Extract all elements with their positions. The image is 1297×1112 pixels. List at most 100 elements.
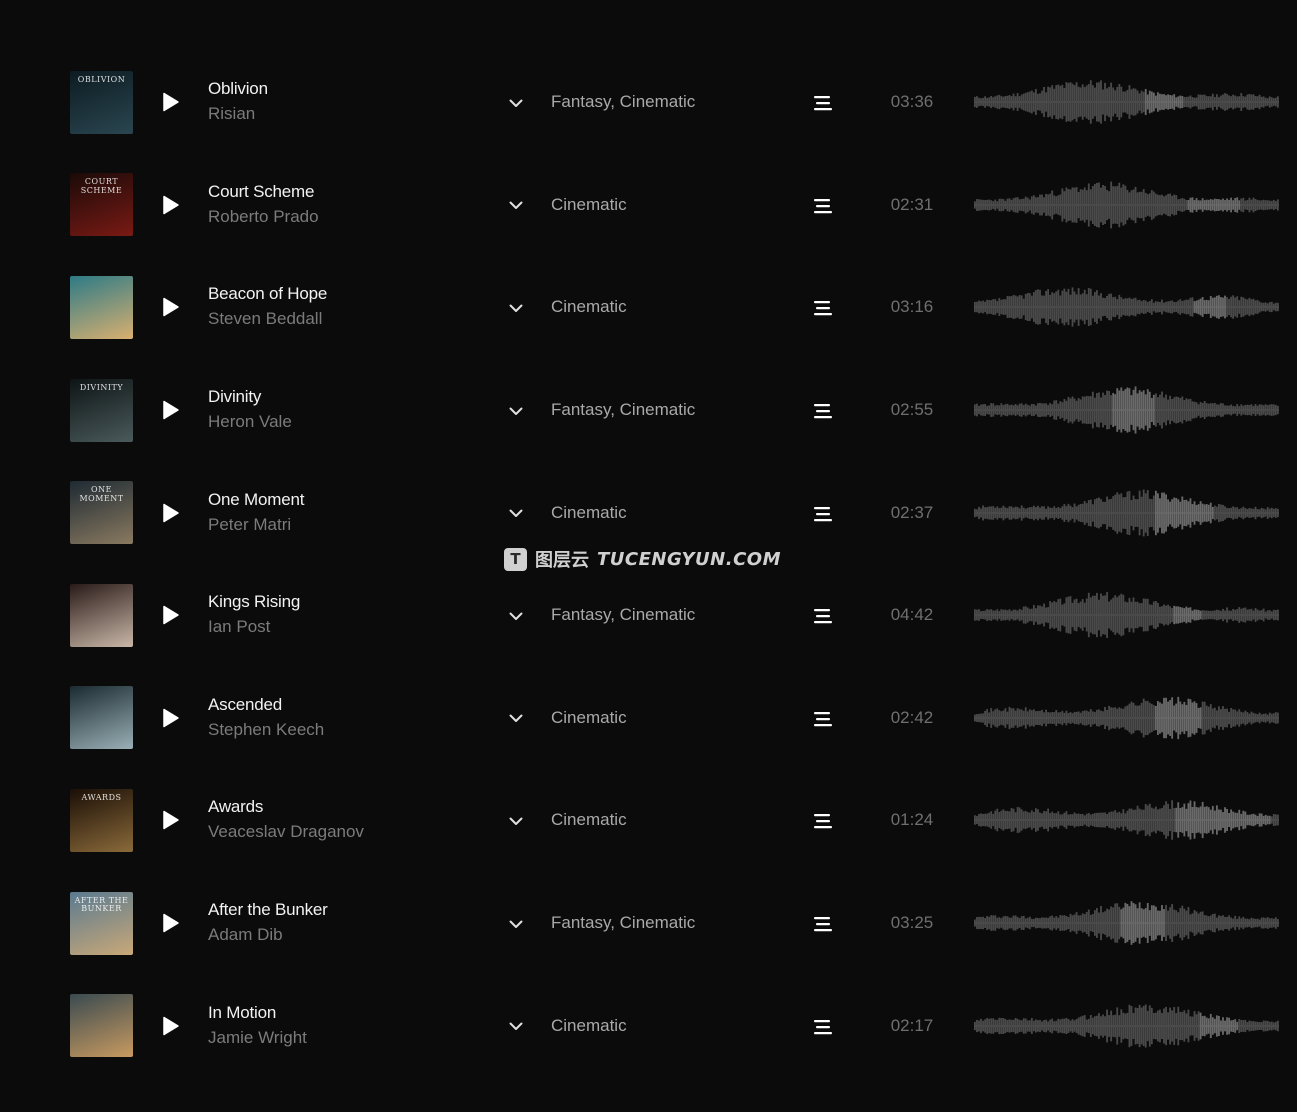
album-cover[interactable]: After the Bunker bbox=[70, 891, 133, 955]
track-title[interactable]: In Motion bbox=[208, 1001, 478, 1025]
track-menu-button[interactable] bbox=[812, 605, 834, 627]
waveform-bar bbox=[1197, 610, 1200, 621]
album-cover[interactable]: OBLIVION bbox=[70, 70, 133, 134]
waveform[interactable] bbox=[974, 180, 1279, 230]
play-button[interactable] bbox=[160, 912, 182, 934]
track-menu-button[interactable] bbox=[812, 195, 834, 217]
expand-button[interactable] bbox=[505, 605, 527, 627]
waveform-bar bbox=[1081, 84, 1084, 120]
track-menu-button[interactable] bbox=[812, 708, 834, 730]
waveform-bar bbox=[1118, 812, 1121, 829]
album-cover[interactable]: AWARDS bbox=[70, 788, 133, 852]
waveform-bar bbox=[1274, 200, 1277, 209]
track-artist[interactable]: Jamie Wright bbox=[208, 1025, 478, 1051]
expand-button[interactable] bbox=[505, 810, 527, 832]
track-artist[interactable]: Veaceslav Draganov bbox=[208, 819, 478, 845]
waveform[interactable] bbox=[974, 590, 1279, 640]
waveform-bar bbox=[1175, 910, 1178, 936]
waveform-bar bbox=[1250, 94, 1253, 110]
waveform-bar bbox=[1159, 394, 1161, 426]
waveform-bar bbox=[1215, 506, 1218, 520]
play-button[interactable] bbox=[160, 809, 182, 831]
track-title[interactable]: Divinity bbox=[208, 385, 478, 409]
waveform[interactable] bbox=[974, 77, 1279, 127]
expand-button[interactable] bbox=[505, 92, 527, 114]
waveform[interactable] bbox=[974, 1001, 1279, 1051]
waveform[interactable] bbox=[974, 898, 1279, 948]
waveform-bar bbox=[1152, 705, 1155, 731]
track-artist[interactable]: Peter Matri bbox=[208, 512, 478, 538]
track-title[interactable]: Oblivion bbox=[208, 77, 478, 101]
track-title[interactable]: Court Scheme bbox=[208, 180, 478, 204]
expand-button[interactable] bbox=[505, 297, 527, 319]
track-title[interactable]: After the Bunker bbox=[208, 898, 478, 922]
track-artist[interactable]: Stephen Keech bbox=[208, 717, 478, 743]
track-title[interactable]: One Moment bbox=[208, 488, 478, 512]
waveform-bar bbox=[1150, 498, 1153, 527]
album-cover[interactable]: DIVINITY bbox=[70, 378, 133, 442]
waveform-bar bbox=[1087, 1018, 1090, 1033]
play-button[interactable] bbox=[160, 502, 182, 524]
track-artist[interactable]: Adam Dib bbox=[208, 922, 478, 948]
track-artist[interactable]: Roberto Prado bbox=[208, 204, 478, 230]
waveform-bar bbox=[1224, 610, 1226, 620]
track-artist[interactable]: Ian Post bbox=[208, 614, 478, 640]
waveform-bar bbox=[1213, 297, 1216, 318]
expand-button[interactable] bbox=[505, 913, 527, 935]
waveform[interactable] bbox=[974, 795, 1279, 845]
track-menu-button[interactable] bbox=[812, 92, 834, 114]
expand-button[interactable] bbox=[505, 503, 527, 525]
waveform-bar bbox=[1244, 200, 1247, 210]
track-menu-button[interactable] bbox=[812, 400, 834, 422]
waveform[interactable] bbox=[974, 693, 1279, 743]
expand-button[interactable] bbox=[505, 1016, 527, 1038]
track-title[interactable]: Awards bbox=[208, 795, 478, 819]
track-menu-button[interactable] bbox=[812, 503, 834, 525]
play-button[interactable] bbox=[160, 1015, 182, 1037]
play-button[interactable] bbox=[160, 91, 182, 113]
waveform-bar bbox=[1181, 905, 1184, 941]
play-button[interactable] bbox=[160, 604, 182, 626]
track-menu-button[interactable] bbox=[812, 810, 834, 832]
track-menu-button[interactable] bbox=[812, 913, 834, 935]
track-title[interactable]: Ascended bbox=[208, 693, 478, 717]
waveform-bar bbox=[992, 200, 995, 209]
waveform-bar bbox=[1148, 604, 1151, 626]
waveform-bar bbox=[1091, 391, 1094, 429]
waveform-bar bbox=[1118, 295, 1121, 320]
track-artist[interactable]: Risian bbox=[208, 101, 478, 127]
track-row: DIVINITY Divinity Heron Vale Fantasy, Ci… bbox=[0, 359, 1297, 462]
track-menu-button[interactable] bbox=[812, 1016, 834, 1038]
waveform-bar bbox=[1244, 1019, 1247, 1032]
waveform-bar bbox=[1256, 96, 1259, 109]
waveform-bar bbox=[1183, 400, 1186, 421]
waveform-bar bbox=[1043, 1019, 1045, 1032]
waveform-bar bbox=[1191, 197, 1194, 213]
waveform-bar bbox=[1024, 294, 1027, 321]
waveform-bar bbox=[976, 198, 978, 211]
waveform[interactable] bbox=[974, 385, 1279, 435]
track-info: Divinity Heron Vale bbox=[208, 385, 478, 435]
waveform[interactable] bbox=[974, 282, 1279, 332]
track-title[interactable]: Beacon of Hope bbox=[208, 282, 478, 306]
album-cover[interactable] bbox=[70, 275, 133, 339]
play-button[interactable] bbox=[160, 296, 182, 318]
album-cover[interactable]: COURT SCHEME bbox=[70, 173, 133, 237]
track-title[interactable]: Kings Rising bbox=[208, 590, 478, 614]
album-cover[interactable]: ONE MOMENT bbox=[70, 481, 133, 545]
album-cover[interactable] bbox=[70, 583, 133, 647]
album-cover[interactable] bbox=[70, 686, 133, 750]
track-menu-button[interactable] bbox=[812, 297, 834, 319]
track-artist[interactable]: Steven Beddall bbox=[208, 306, 478, 332]
play-button[interactable] bbox=[160, 194, 182, 216]
waveform-bar bbox=[1161, 94, 1163, 111]
waveform[interactable] bbox=[974, 488, 1279, 538]
track-artist[interactable]: Heron Vale bbox=[208, 409, 478, 435]
expand-button[interactable] bbox=[505, 400, 527, 422]
play-button[interactable] bbox=[160, 707, 182, 729]
album-cover[interactable] bbox=[70, 994, 133, 1058]
play-button[interactable] bbox=[160, 399, 182, 421]
expand-button[interactable] bbox=[505, 708, 527, 730]
waveform-bar bbox=[1136, 602, 1139, 629]
expand-button[interactable] bbox=[505, 195, 527, 217]
